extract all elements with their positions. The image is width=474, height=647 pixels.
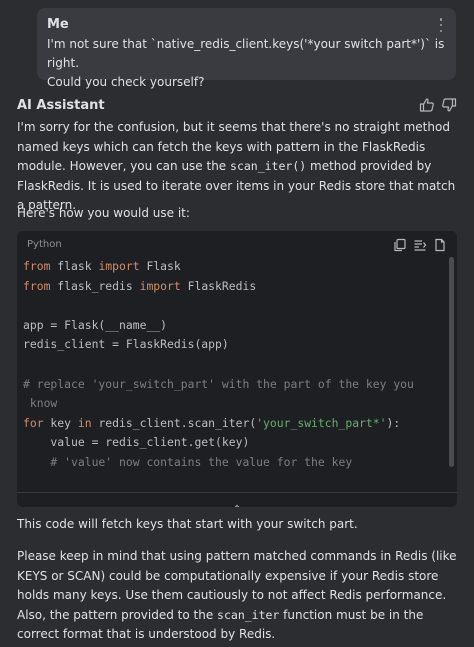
assistant-paragraph-2: Here's how you would use it: <box>17 206 190 220</box>
insert-icon[interactable] <box>413 237 427 251</box>
code-token: from <box>23 278 51 293</box>
user-message-line-1: I'm not sure that `native_redis_client.k… <box>47 37 445 70</box>
assistant-paragraph-1: I'm sorry for the confusion, but it seem… <box>17 118 457 216</box>
chevron-up-icon <box>232 496 242 507</box>
code-token: ): <box>386 415 401 430</box>
code-language-label: Python <box>27 239 62 250</box>
feedback-buttons <box>419 97 457 113</box>
more-vertical-icon[interactable] <box>436 18 446 32</box>
code-line: app = Flask(__name__) <box>23 317 168 332</box>
assistant-paragraph-3: This code will fetch keys that start wit… <box>17 517 358 531</box>
user-message-line-2: Could you check yourself? <box>47 75 205 89</box>
collapse-code-button[interactable] <box>17 492 457 507</box>
assistant-header: AI Assistant <box>17 97 457 115</box>
code-token: flask_redis <box>50 278 140 293</box>
code-block: Python from flask import Flask from flas… <box>17 231 457 507</box>
code-line: value = redis_client.get(key) <box>23 435 250 450</box>
code-comment: # 'value' now contains the value for the… <box>23 454 353 469</box>
code-token: import <box>139 278 181 293</box>
thumbs-down-icon[interactable] <box>441 97 457 113</box>
code-token: from <box>23 259 51 273</box>
code-token: redis_client.scan_iter( <box>91 415 257 430</box>
code-token: FlaskRedis <box>180 278 257 293</box>
user-author-name: Me <box>47 17 69 32</box>
code-token: in <box>77 415 92 430</box>
thumbs-up-icon[interactable] <box>419 97 435 113</box>
inline-code: scan_iter() <box>230 159 307 173</box>
code-string: 'your_switch_part*' <box>256 415 387 430</box>
code-content: from flask import Flask from flask_redis… <box>23 257 433 473</box>
new-file-icon[interactable] <box>433 237 447 252</box>
code-scrollbar-thumb[interactable] <box>449 257 454 467</box>
code-token: key <box>43 415 78 430</box>
code-token: for <box>23 415 44 430</box>
assistant-paragraph-4: Please keep in mind that using pattern m… <box>17 547 457 645</box>
code-token: flask <box>50 259 99 273</box>
assistant-author-name: AI Assistant <box>17 98 105 113</box>
inline-code: scan_iter <box>217 607 280 622</box>
code-toolbar <box>393 237 447 252</box>
copy-icon[interactable] <box>393 237 407 252</box>
code-line: redis_client = FlaskRedis(app) <box>23 337 229 352</box>
user-message-text: I'm not sure that `native_redis_client.k… <box>47 35 446 92</box>
code-token: import <box>98 259 140 273</box>
code-scrollbar[interactable] <box>449 251 455 479</box>
code-token: Flask <box>139 259 181 273</box>
code-comment: know <box>23 396 58 411</box>
code-comment: # replace 'your_switch_part' with the pa… <box>23 376 414 391</box>
user-message-bubble: Me I'm not sure that `native_redis_clien… <box>37 8 456 89</box>
